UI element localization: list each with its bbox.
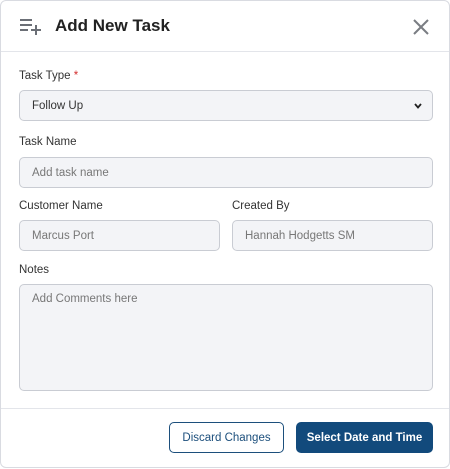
notes-label: Notes <box>19 264 50 276</box>
task-name-label: Task Name <box>19 136 77 148</box>
created-by-label: Created By <box>232 200 290 212</box>
dialog-footer: Discard Changes Select Date and Time <box>1 408 449 469</box>
created-by-field[interactable]: Hannah Hodgetts SM <box>232 220 433 251</box>
task-type-label-text: Task Type <box>19 70 71 82</box>
add-task-dialog: Add New Task Task Type * Follow Up Task … <box>0 0 450 468</box>
task-name-placeholder: Add task name <box>32 166 109 179</box>
task-type-select[interactable]: Follow Up <box>19 90 433 121</box>
created-by-value: Hannah Hodgetts SM <box>245 229 355 242</box>
customer-name-label: Customer Name <box>19 200 103 212</box>
task-type-value: Follow Up <box>32 99 84 112</box>
select-date-time-button[interactable]: Select Date and Time <box>296 422 433 453</box>
close-icon[interactable] <box>410 16 432 38</box>
playlist-add-icon <box>20 19 41 35</box>
required-marker: * <box>73 70 79 82</box>
chevron-down-icon <box>414 103 422 109</box>
task-type-label: Task Type * <box>19 70 78 82</box>
notes-textarea[interactable]: Add Comments here <box>19 284 433 391</box>
dialog-title: Add New Task <box>55 16 170 35</box>
discard-changes-button[interactable]: Discard Changes <box>169 422 284 453</box>
dialog-header: Add New Task <box>1 1 449 52</box>
task-name-input[interactable]: Add task name <box>19 157 433 188</box>
customer-name-value: Marcus Port <box>32 229 94 242</box>
notes-placeholder: Add Comments here <box>32 293 138 305</box>
customer-name-field[interactable]: Marcus Port <box>19 220 220 251</box>
